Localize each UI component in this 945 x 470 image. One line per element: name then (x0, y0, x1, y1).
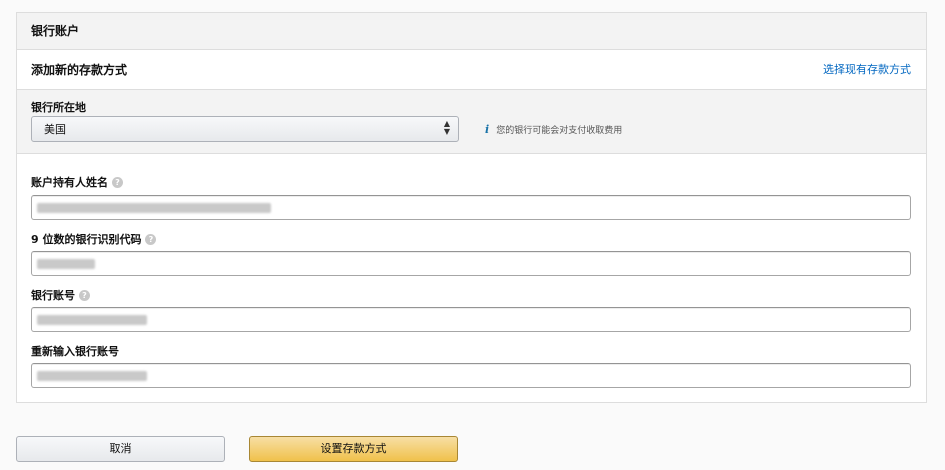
reenter-account-number-label: 重新输入银行账号 (31, 344, 119, 359)
info-icon: i (485, 123, 490, 136)
redacted-value (37, 259, 95, 269)
selected-country: 美国 (44, 123, 66, 136)
add-method-title: 添加新的存款方式 (31, 63, 128, 77)
bank-account-panel: 银行账户 添加新的存款方式 选择现有存款方式 银行所在地 美国 ▲ ▼ i 您的银行… (16, 12, 927, 403)
account-holder-name-label: 账户持有人姓名? (31, 175, 123, 190)
question-circle-icon[interactable]: ? (112, 177, 123, 188)
account-holder-name-input[interactable] (31, 195, 911, 220)
cancel-button[interactable]: 取消 (16, 436, 225, 462)
redacted-value (37, 371, 147, 381)
set-deposit-method-button[interactable]: 设置存款方式 (249, 436, 458, 462)
routing-number-label-text: 9 位数的银行识别代码 (31, 233, 142, 246)
bank-country-select[interactable]: 美国 ▲ ▼ (31, 116, 459, 142)
redacted-value (37, 203, 271, 213)
fee-notice-text: 您的银行可能会对支付收取费用 (496, 126, 623, 136)
select-existing-method-link[interactable]: 选择现有存款方式 (823, 62, 911, 78)
question-circle-icon[interactable]: ? (145, 234, 157, 245)
account-number-label-text: 银行账号 (31, 289, 75, 302)
add-method-row: 添加新的存款方式 选择现有存款方式 (17, 50, 926, 90)
fee-notice: i 您的银行可能会对支付收取费用 (485, 123, 622, 138)
reenter-account-number-input[interactable] (31, 363, 911, 388)
bank-location-section: 银行所在地 美国 ▲ ▼ i 您的银行可能会对支付收取费用 (17, 90, 926, 154)
account-holder-name-label-text: 账户持有人姓名 (31, 176, 108, 189)
bank-location-label: 银行所在地 (31, 101, 86, 114)
routing-number-label: 9 位数的银行识别代码? (31, 232, 157, 247)
panel-header: 银行账户 (17, 13, 926, 50)
routing-number-input[interactable] (31, 251, 911, 276)
panel-title: 银行账户 (31, 24, 80, 38)
page-background: 银行账户 添加新的存款方式 选择现有存款方式 银行所在地 美国 ▲ ▼ i 您的银行… (0, 0, 945, 470)
up-down-arrows-icon: ▲ ▼ (443, 119, 450, 136)
reenter-account-number-label-text: 重新输入银行账号 (31, 345, 119, 358)
account-number-input[interactable] (31, 307, 911, 332)
redacted-value (37, 315, 147, 325)
question-circle-icon[interactable]: ? (79, 290, 90, 301)
account-number-label: 银行账号? (31, 288, 90, 303)
